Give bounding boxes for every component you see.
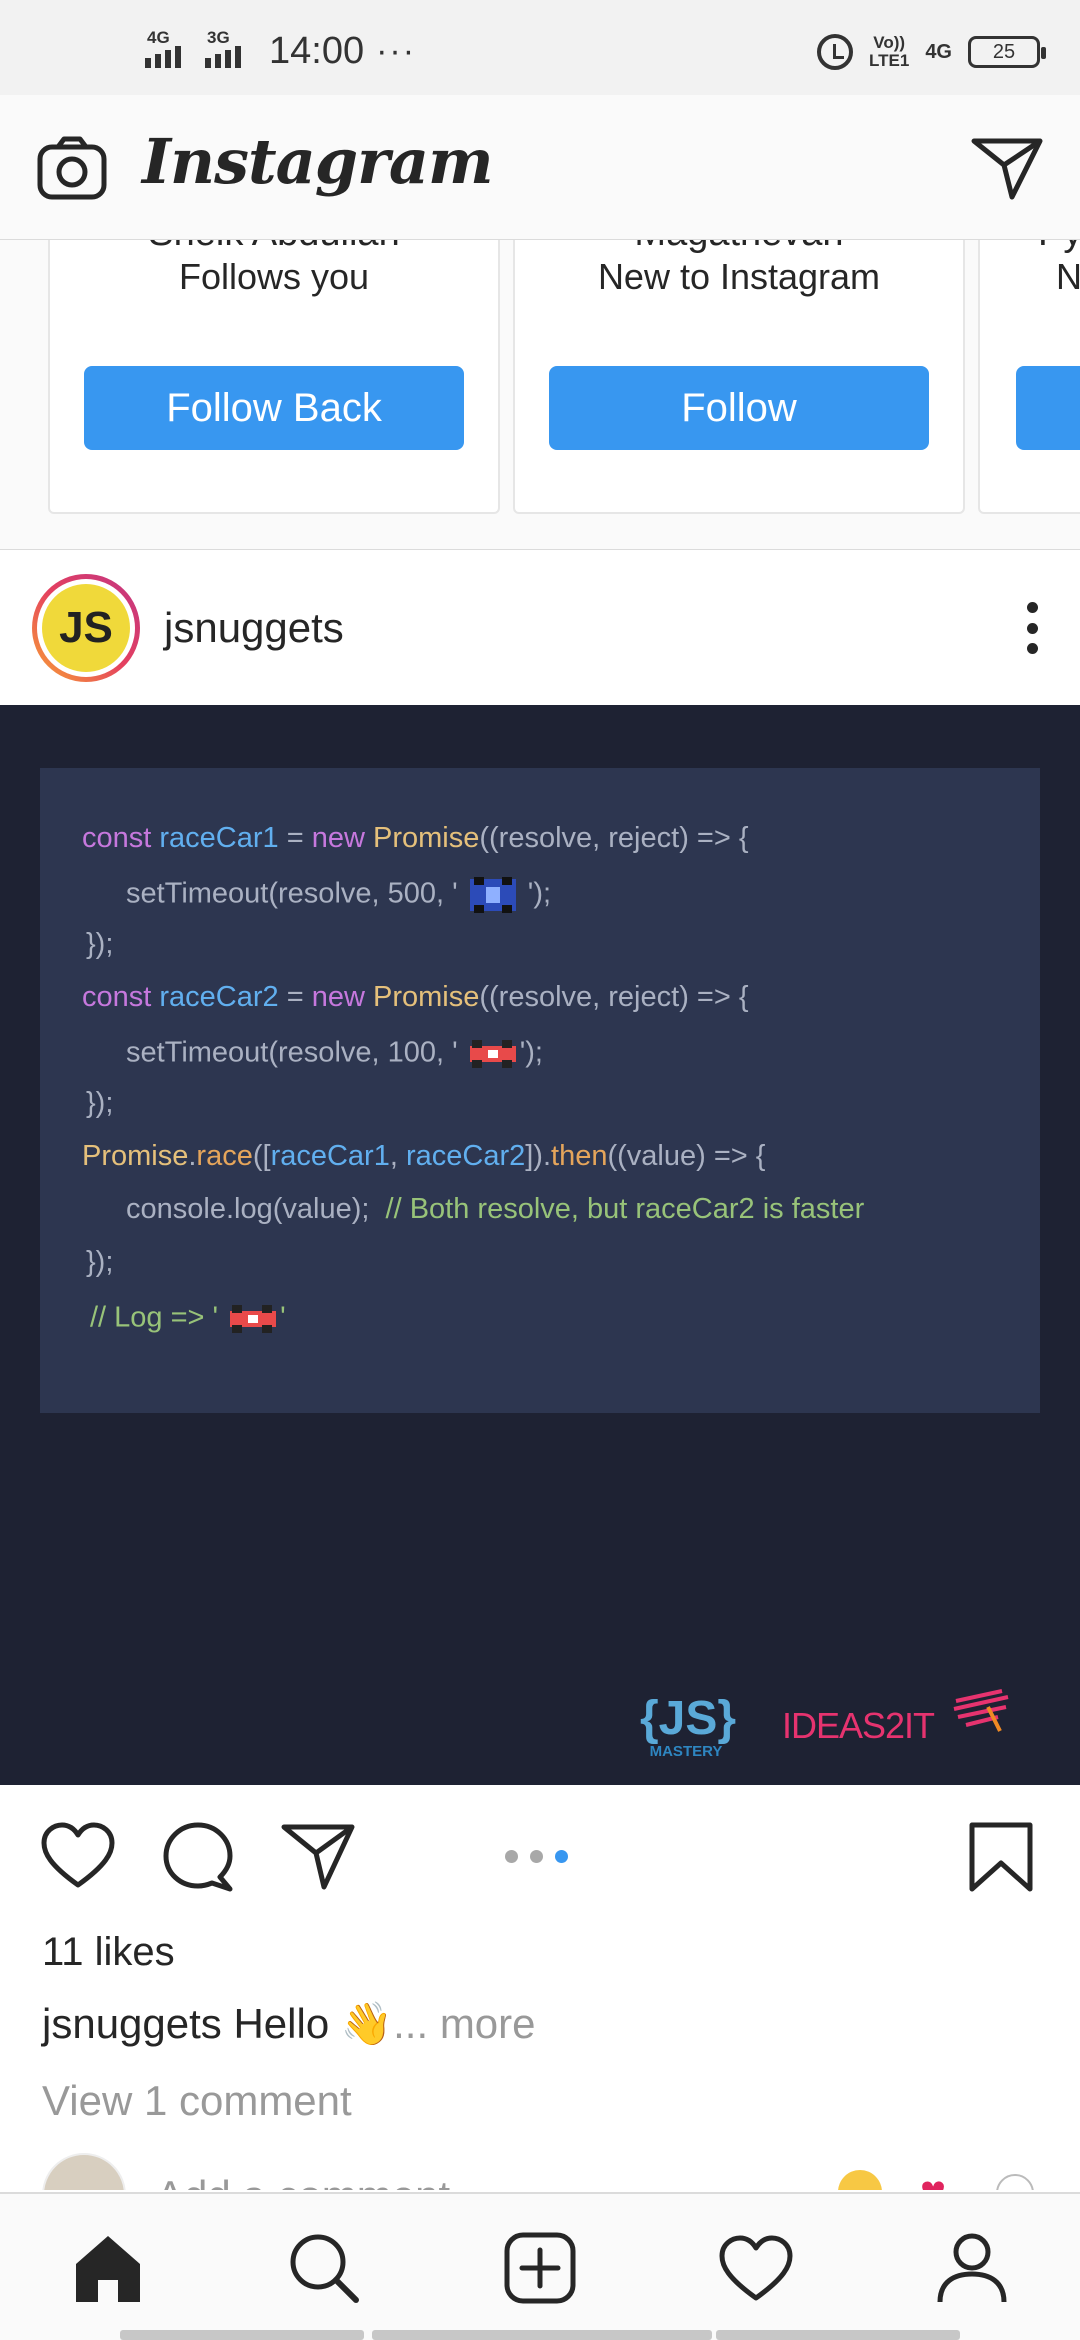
code-line: const raceCar1 = new Promise((resolve, r… xyxy=(82,822,749,854)
volte-indicator: Vo)) LTE1 xyxy=(869,33,910,70)
follow-button[interactable] xyxy=(1016,366,1080,450)
follow-button[interactable]: Follow xyxy=(549,366,929,450)
carousel-dot xyxy=(530,1850,543,1863)
ideas2it-mark-icon xyxy=(953,1689,1009,1732)
avatar[interactable]: JS xyxy=(32,574,140,682)
bottom-nav xyxy=(0,2192,1080,2340)
clock: 14:00 xyxy=(269,30,365,72)
status-right: Vo)) LTE1 4G 25 xyxy=(817,33,1046,70)
view-comments-link[interactable]: View 1 comment xyxy=(42,2077,352,2125)
code-line: Promise.race([raceCar1, raceCar2]).then(… xyxy=(82,1140,766,1172)
follow-back-button[interactable]: Follow Back xyxy=(84,366,464,450)
emoji-plus-icon[interactable] xyxy=(996,2174,1034,2190)
add-comment-row: Add a comment... ♥ xyxy=(0,2150,1080,2190)
gesture-bar xyxy=(372,2330,712,2340)
avatar-text: JS xyxy=(42,584,130,672)
home-icon[interactable] xyxy=(70,2230,146,2306)
add-comment-input[interactable]: Add a comment... xyxy=(156,2172,485,2190)
code-line: }); xyxy=(86,928,114,960)
code-line: const raceCar2 = new Promise((resolve, r… xyxy=(82,981,749,1013)
profile-icon[interactable] xyxy=(934,2230,1010,2306)
network-type: 3G xyxy=(207,27,230,47)
caption-more-link[interactable]: ... more xyxy=(393,2000,535,2047)
suggestion-name[interactable]: Magathevan xyxy=(515,240,963,255)
share-icon[interactable] xyxy=(280,1819,356,1895)
likes-count[interactable]: 11 likes xyxy=(42,1930,175,1975)
network-type: 4G xyxy=(147,27,170,47)
suggestion-subtitle: Follows you xyxy=(178,256,370,297)
suggestion-name[interactable]: Py xyxy=(980,240,1080,255)
post-actions xyxy=(0,1785,1080,1925)
instagram-logo[interactable]: Instagram xyxy=(142,125,494,198)
avatar xyxy=(42,2153,126,2190)
code-line: }); xyxy=(86,1087,114,1119)
battery-icon: 25 xyxy=(968,36,1046,68)
code-line: setTimeout(resolve, 100, ' '); xyxy=(126,1034,543,1074)
direct-message-icon[interactable] xyxy=(970,135,1044,201)
suggestion-card[interactable]: Magathevan New to Instagram Follow xyxy=(513,240,965,514)
search-icon[interactable] xyxy=(286,2230,362,2306)
battery-level: 25 xyxy=(992,40,1016,63)
app-header: Instagram xyxy=(0,95,1080,240)
code-line: }); xyxy=(86,1246,114,1278)
code-line: // Log => ' ' xyxy=(90,1299,286,1339)
save-bookmark-icon[interactable] xyxy=(966,1819,1036,1895)
post-username[interactable]: jsnuggets xyxy=(164,604,344,652)
suggestion-card[interactable]: Py N xyxy=(978,240,1080,514)
race-car-blue-icon xyxy=(469,877,516,913)
status-left: 4G 3G 14:00 ··· xyxy=(145,28,417,73)
code-line: setTimeout(resolve, 500, ' '); xyxy=(126,875,551,915)
activity-heart-icon[interactable] xyxy=(718,2230,794,2306)
new-post-icon[interactable] xyxy=(502,2230,578,2306)
caption: jsnuggets Hello 👋... more xyxy=(42,2000,536,2049)
alarm-icon xyxy=(817,34,853,70)
suggestions-carousel[interactable]: Sheik Abdullah Follows you Follow Back M… xyxy=(0,240,1080,550)
like-heart-icon[interactable] xyxy=(40,1819,116,1895)
carousel-dot xyxy=(505,1850,518,1863)
post-header: JS jsnuggets xyxy=(0,550,1080,705)
code-snippet: const raceCar1 = new Promise((resolve, r… xyxy=(40,768,1040,1413)
caption-username[interactable]: jsnuggets xyxy=(42,2000,222,2047)
carousel-indicator xyxy=(505,1850,568,1863)
gesture-bar xyxy=(120,2330,364,2340)
suggestion-name[interactable]: Sheik Abdullah xyxy=(50,240,498,255)
network-type: 4G xyxy=(925,40,952,63)
gesture-bar xyxy=(716,2330,960,2340)
more-options-icon[interactable] xyxy=(1024,602,1040,654)
emoji-heart-icon[interactable]: ♥ xyxy=(920,2170,946,2191)
race-car-red-icon xyxy=(230,1305,277,1333)
signal-icon: 4G xyxy=(145,28,193,72)
code-line: console.log(value); // Both resolve, but… xyxy=(126,1193,865,1225)
suggestion-card[interactable]: Sheik Abdullah Follows you Follow Back xyxy=(48,240,500,514)
more-notifications-icon: ··· xyxy=(376,32,417,70)
carousel-dot-active xyxy=(555,1850,568,1863)
js-mastery-logo: {JS} MASTERY xyxy=(640,1692,737,1761)
post-image[interactable]: const raceCar1 = new Promise((resolve, r… xyxy=(0,705,1080,1785)
ideas2it-logo: IDEAS2IT xyxy=(782,1705,935,1746)
race-car-red-icon xyxy=(469,1040,516,1068)
camera-icon[interactable] xyxy=(36,135,108,201)
status-bar: 4G 3G 14:00 ··· Vo)) LTE1 4G 25 xyxy=(0,0,1080,95)
suggestion-subtitle: N xyxy=(1056,256,1080,297)
suggestion-subtitle: New to Instagram xyxy=(597,256,881,297)
comment-icon[interactable] xyxy=(160,1819,236,1895)
caption-text: Hello 👋 xyxy=(221,2000,394,2047)
signal-icon: 3G xyxy=(205,28,253,72)
emoji-smile-icon[interactable] xyxy=(838,2170,882,2190)
